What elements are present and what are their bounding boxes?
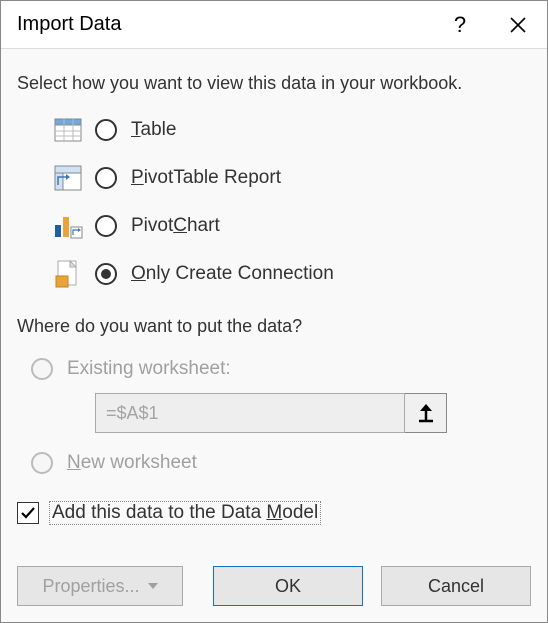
checkbox-data-model[interactable] <box>17 502 39 524</box>
cancel-button[interactable]: Cancel <box>381 566 531 606</box>
option-pivottable-row[interactable]: PivotTable Report <box>51 154 531 202</box>
pivotchart-icon <box>51 209 85 243</box>
option-new-row: New worksheet <box>31 443 531 483</box>
help-button[interactable]: ? <box>431 1 489 49</box>
cell-ref-input <box>95 393 405 433</box>
dialog-title: Import Data <box>17 13 431 36</box>
import-data-dialog: Import Data ? Select how you want to vie… <box>0 0 548 623</box>
dialog-body: Select how you want to view this data in… <box>1 49 547 552</box>
collapse-dialog-button[interactable] <box>405 393 447 433</box>
titlebar: Import Data ? <box>1 1 547 49</box>
location-section-label: Where do you want to put the data? <box>17 316 531 337</box>
option-connection-label: Only Create Connection <box>131 263 334 285</box>
close-icon <box>509 16 527 34</box>
option-existing-label: Existing worksheet: <box>67 358 231 380</box>
help-icon: ? <box>454 12 466 38</box>
view-options-group: Table PivotTable Report <box>51 106 531 298</box>
option-pivotchart-row[interactable]: PivotChart <box>51 202 531 250</box>
ok-button[interactable]: OK <box>213 566 363 606</box>
option-connection-row[interactable]: Only Create Connection <box>51 250 531 298</box>
checkbox-data-model-label: Add this data to the Data Model <box>49 501 321 525</box>
collapse-arrow-icon <box>416 403 436 423</box>
cell-ref-row <box>95 393 531 433</box>
option-new-label: New worksheet <box>67 452 197 474</box>
pivottable-icon <box>51 161 85 195</box>
dialog-footer: Properties... OK Cancel <box>1 552 547 622</box>
radio-pivotchart[interactable] <box>95 215 117 237</box>
data-model-row[interactable]: Add this data to the Data Model <box>17 501 531 525</box>
radio-pivottable[interactable] <box>95 167 117 189</box>
checkmark-icon <box>20 505 36 521</box>
table-icon <box>51 113 85 147</box>
option-existing-row: Existing worksheet: <box>31 349 531 389</box>
option-table-label: Table <box>131 119 176 141</box>
radio-table[interactable] <box>95 119 117 141</box>
radio-connection[interactable] <box>95 263 117 285</box>
connection-icon <box>51 257 85 291</box>
option-pivotchart-label: PivotChart <box>131 215 220 237</box>
radio-existing-worksheet <box>31 358 53 380</box>
location-options-group: Existing worksheet: New worksheet <box>25 349 531 483</box>
view-section-label: Select how you want to view this data in… <box>17 73 531 94</box>
chevron-down-icon <box>148 583 158 589</box>
properties-button: Properties... <box>17 566 183 606</box>
radio-new-worksheet <box>31 452 53 474</box>
option-table-row[interactable]: Table <box>51 106 531 154</box>
option-pivottable-label: PivotTable Report <box>131 167 281 189</box>
close-button[interactable] <box>489 1 547 49</box>
